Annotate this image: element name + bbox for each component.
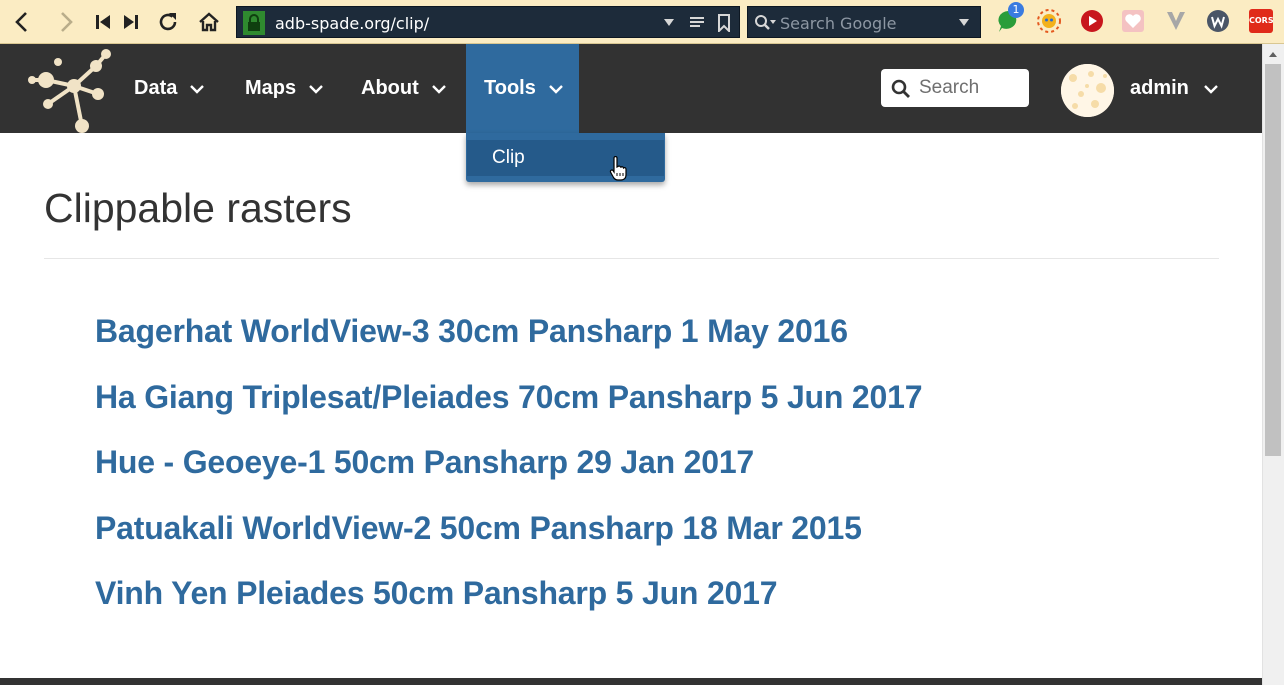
raster-link[interactable]: Vinh Yen Pleiades 50cm Pansharp 5 Jun 20… bbox=[95, 575, 778, 611]
heart-icon bbox=[1122, 10, 1144, 32]
browser-toolbar: adb-spade.org/clip/ Search Google 1 CORS bbox=[0, 0, 1284, 44]
chevron-down-icon bbox=[190, 84, 205, 94]
scrollbar[interactable] bbox=[1262, 44, 1284, 685]
scroll-up-arrow-icon[interactable] bbox=[1268, 50, 1278, 58]
scroll-thumb[interactable] bbox=[1265, 64, 1281, 456]
search-input[interactable] bbox=[919, 75, 1023, 101]
nav-tools-label: Tools bbox=[484, 77, 536, 99]
chevron-down-icon bbox=[1204, 84, 1218, 94]
raster-link[interactable]: Ha Giang Triplesat/Pleiades 70cm Panshar… bbox=[95, 379, 923, 415]
footer-bar bbox=[0, 678, 1262, 685]
list-item: Bagerhat WorldView-3 30cm Pansharp 1 May… bbox=[95, 313, 922, 379]
site-logo-icon[interactable] bbox=[26, 46, 118, 134]
play-button-icon bbox=[1081, 10, 1103, 32]
avatar[interactable] bbox=[1061, 64, 1114, 117]
heart-extension[interactable] bbox=[1120, 8, 1146, 34]
search-dropdown-icon[interactable] bbox=[958, 17, 970, 27]
title-divider bbox=[44, 258, 1219, 259]
site-navbar: Data Maps About Tools admin bbox=[0, 44, 1262, 133]
list-item: Hue - Geoeye-1 50cm Pansharp 29 Jan 2017 bbox=[95, 444, 922, 510]
site-search bbox=[881, 69, 1029, 107]
list-item: Ha Giang Triplesat/Pleiades 70cm Panshar… bbox=[95, 379, 923, 445]
browser-search-bar[interactable]: Search Google bbox=[747, 6, 981, 38]
forward-button[interactable] bbox=[50, 7, 80, 37]
video-extension[interactable] bbox=[1079, 8, 1105, 34]
nav-maps-label: Maps bbox=[245, 77, 297, 99]
home-icon bbox=[199, 12, 219, 32]
nav-tools[interactable]: Tools bbox=[466, 44, 579, 133]
tools-dropdown-menu: Clip bbox=[466, 133, 665, 182]
user-menu[interactable]: admin bbox=[1130, 44, 1219, 133]
forward-arrow-icon bbox=[61, 12, 73, 32]
reader-view-icon[interactable] bbox=[689, 15, 705, 29]
cors-extension[interactable]: CORS bbox=[1248, 8, 1274, 34]
address-bar[interactable]: adb-spade.org/clip/ bbox=[236, 6, 740, 38]
nav-about[interactable]: About bbox=[361, 44, 447, 133]
reload-button[interactable] bbox=[153, 7, 183, 37]
skip-forward-button[interactable] bbox=[116, 7, 146, 37]
menu-item-clip[interactable]: Clip bbox=[467, 140, 664, 176]
hand-cursor-icon bbox=[609, 156, 627, 181]
skip-back-button[interactable] bbox=[88, 7, 118, 37]
sun-extension[interactable] bbox=[1036, 8, 1062, 34]
v-logo-icon bbox=[1167, 12, 1185, 30]
back-arrow-icon bbox=[15, 12, 27, 32]
nav-data-label: Data bbox=[134, 77, 178, 99]
skip-back-icon bbox=[96, 15, 110, 29]
list-item: Patuakali WorldView-2 50cm Pansharp 18 M… bbox=[95, 510, 922, 576]
avatar-pattern-icon bbox=[1061, 64, 1114, 117]
home-button[interactable] bbox=[194, 7, 224, 37]
chevron-down-icon bbox=[431, 84, 446, 94]
raster-link[interactable]: Bagerhat WorldView-3 30cm Pansharp 1 May… bbox=[95, 313, 848, 349]
nav-data[interactable]: Data bbox=[134, 44, 205, 133]
page-title: Clippable rasters bbox=[44, 185, 352, 231]
chevron-down-icon bbox=[549, 84, 563, 94]
skip-forward-icon bbox=[124, 15, 138, 29]
vim-extension[interactable] bbox=[1163, 8, 1189, 34]
back-button[interactable] bbox=[8, 7, 38, 37]
raster-link[interactable]: Patuakali WorldView-2 50cm Pansharp 18 M… bbox=[95, 510, 862, 546]
cors-icon: CORS bbox=[1249, 9, 1274, 33]
list-item: Vinh Yen Pleiades 50cm Pansharp 5 Jun 20… bbox=[95, 575, 922, 641]
lock-icon bbox=[243, 11, 265, 35]
browser-search-placeholder: Search Google bbox=[780, 14, 897, 33]
w-extension[interactable] bbox=[1205, 8, 1231, 34]
raster-list: Bagerhat WorldView-3 30cm Pansharp 1 May… bbox=[95, 313, 923, 641]
user-name-label: admin bbox=[1130, 77, 1189, 99]
reload-icon bbox=[159, 13, 177, 31]
nav-maps[interactable]: Maps bbox=[245, 44, 324, 133]
sun-face-icon bbox=[1037, 9, 1061, 33]
raster-link[interactable]: Hue - Geoeye-1 50cm Pansharp 29 Jan 2017 bbox=[95, 444, 754, 480]
bookmark-icon[interactable] bbox=[717, 14, 731, 32]
url-text: adb-spade.org/clip/ bbox=[275, 14, 430, 33]
notification-badge: 1 bbox=[1008, 2, 1024, 18]
w-logo-icon bbox=[1207, 10, 1229, 32]
search-icon[interactable] bbox=[891, 79, 911, 99]
nav-about-label: About bbox=[361, 77, 419, 99]
main-content: Clippable rasters Bagerhat WorldView-3 3… bbox=[0, 133, 1262, 678]
url-dropdown-icon[interactable] bbox=[663, 17, 675, 27]
chat-extension[interactable]: 1 bbox=[995, 2, 1024, 34]
chevron-down-icon bbox=[309, 84, 323, 94]
search-engine-icon[interactable] bbox=[754, 14, 776, 32]
